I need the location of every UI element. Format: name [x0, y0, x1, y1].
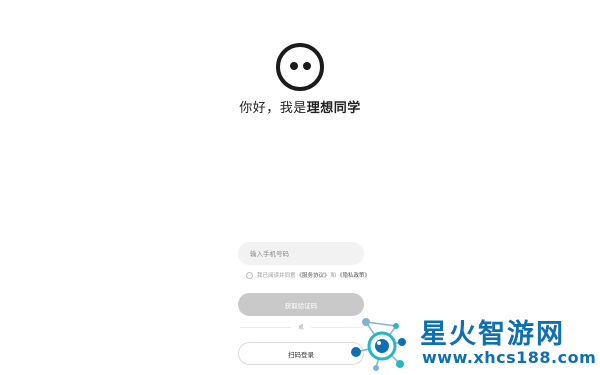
watermark-title: 星火智游网	[420, 319, 565, 350]
molecule-logo-icon	[351, 318, 406, 371]
agreement-row: 我已阅读并同意 《服务协议》 和 《隐私政策》	[246, 270, 371, 280]
assistant-name: 理想同学	[306, 101, 361, 116]
face-logo-icon	[276, 43, 324, 91]
agreement-and: 和	[330, 273, 337, 279]
watermark: 星火智游网 www.xhcs188.com	[346, 312, 598, 374]
service-agreement-link[interactable]: 《服务协议》	[297, 271, 330, 279]
greeting-text: 你好，我是理想同学	[0, 97, 600, 116]
agreement-prefix: 我已阅读并同意	[257, 273, 296, 279]
logo-right-eye	[303, 62, 311, 70]
phone-number-input[interactable]	[238, 242, 364, 265]
greeting-prefix: 你好，我是	[239, 101, 307, 116]
privacy-policy-link[interactable]: 《隐私政策》	[337, 271, 370, 279]
logo-left-eye	[290, 62, 298, 70]
agreement-checkbox[interactable]	[246, 271, 253, 279]
or-label: 或	[291, 323, 311, 331]
watermark-url: www.xhcs188.com	[422, 348, 597, 367]
